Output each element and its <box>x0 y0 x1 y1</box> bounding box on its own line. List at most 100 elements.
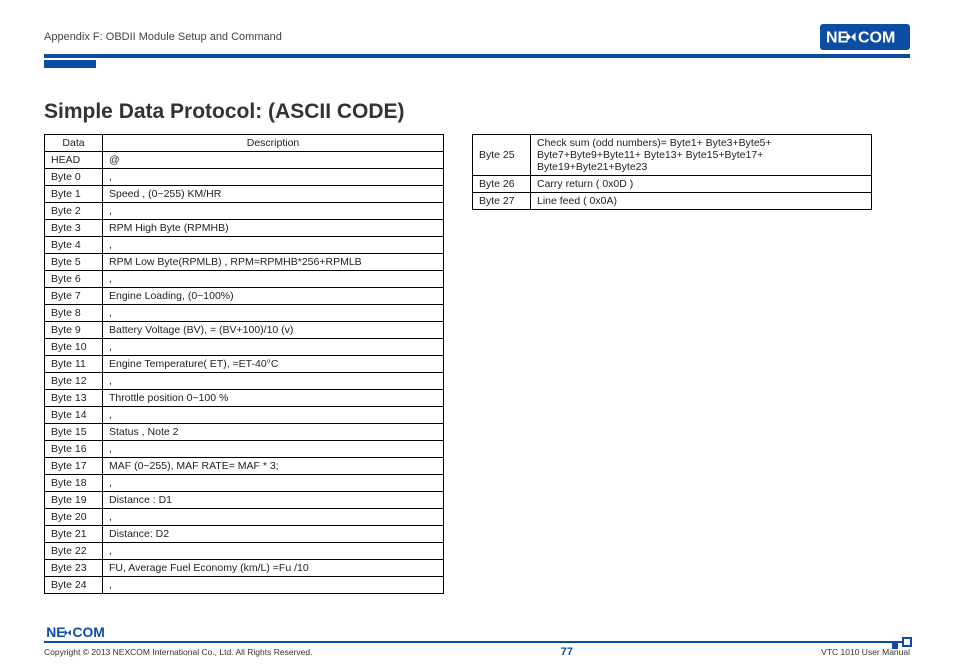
cell-data: Byte 14 <box>45 407 103 424</box>
col-header-description: Description <box>103 135 444 152</box>
table-row: Byte 13Throttle position 0~100 % <box>45 390 444 407</box>
cell-data: Byte 8 <box>45 305 103 322</box>
cell-data: Byte 7 <box>45 288 103 305</box>
cell-description: , <box>103 407 444 424</box>
cell-data: Byte 13 <box>45 390 103 407</box>
table-header-row: Data Description <box>45 135 444 152</box>
cell-data: Byte 12 <box>45 373 103 390</box>
cell-description: Check sum (odd numbers)= Byte1+ Byte3+By… <box>531 135 872 176</box>
header-rule <box>44 54 910 58</box>
table-row: Byte 18, <box>45 475 444 492</box>
table-row: Byte 12, <box>45 373 444 390</box>
cell-description: Status , Note 2 <box>103 424 444 441</box>
table-row: Byte 22, <box>45 543 444 560</box>
cell-data: Byte 19 <box>45 492 103 509</box>
brand-text-ne: NE <box>826 30 849 47</box>
cell-data: Byte 23 <box>45 560 103 577</box>
cell-description: , <box>103 577 444 594</box>
protocol-table-left: Data Description HEAD@Byte 0,Byte 1Speed… <box>44 134 444 594</box>
table-row: HEAD@ <box>45 152 444 169</box>
cell-description: , <box>103 475 444 492</box>
table-row: Byte 17MAF (0~255), MAF RATE= MAF * 3; <box>45 458 444 475</box>
cell-data: Byte 22 <box>45 543 103 560</box>
table-row: Byte 1Speed , (0~255) KM/HR <box>45 186 444 203</box>
cell-data: Byte 24 <box>45 577 103 594</box>
cell-description: Battery Voltage (BV), = (BV+100)/10 (v) <box>103 322 444 339</box>
cell-data: Byte 4 <box>45 237 103 254</box>
content-columns: Data Description HEAD@Byte 0,Byte 1Speed… <box>44 134 910 594</box>
cell-data: Byte 2 <box>45 203 103 220</box>
cell-data: Byte 18 <box>45 475 103 492</box>
cell-description: , <box>103 543 444 560</box>
cell-data: Byte 9 <box>45 322 103 339</box>
table-row: Byte 7Engine Loading, (0~100%) <box>45 288 444 305</box>
cell-description: Distance: D2 <box>103 526 444 543</box>
svg-text:COM: COM <box>858 30 895 47</box>
table-row: Byte 19Distance : D1 <box>45 492 444 509</box>
table-row: Byte 9Battery Voltage (BV), = (BV+100)/1… <box>45 322 444 339</box>
table-row: Byte 23FU, Average Fuel Economy (km/L) =… <box>45 560 444 577</box>
cell-data: HEAD <box>45 152 103 169</box>
table-row: Byte 6, <box>45 271 444 288</box>
svg-text:COM: COM <box>73 624 105 640</box>
table-row: Byte 5RPM Low Byte(RPMLB) , RPM=RPMHB*25… <box>45 254 444 271</box>
cell-data: Byte 3 <box>45 220 103 237</box>
cell-description: RPM Low Byte(RPMLB) , RPM=RPMHB*256+RPML… <box>103 254 444 271</box>
brand-logo-top: NE COM <box>820 24 910 50</box>
cell-description: , <box>103 203 444 220</box>
cell-description: , <box>103 169 444 186</box>
table-row: Byte 10, <box>45 339 444 356</box>
cell-data: Byte 11 <box>45 356 103 373</box>
table-row: Byte 3RPM High Byte (RPMHB) <box>45 220 444 237</box>
cell-data: Byte 15 <box>45 424 103 441</box>
appendix-title: Appendix F: OBDII Module Setup and Comma… <box>44 31 282 43</box>
cell-description: @ <box>103 152 444 169</box>
document-page: Appendix F: OBDII Module Setup and Comma… <box>0 0 954 672</box>
copyright-text: Copyright © 2013 NEXCOM International Co… <box>44 647 312 657</box>
table-row: Byte 25Check sum (odd numbers)= Byte1+ B… <box>473 135 872 176</box>
cell-description: , <box>103 509 444 526</box>
cell-description: Distance : D1 <box>103 492 444 509</box>
table-row: Byte 20, <box>45 509 444 526</box>
cell-description: , <box>103 339 444 356</box>
table-row: Byte 16, <box>45 441 444 458</box>
cell-description: Engine Temperature( ET), =ET-40°C <box>103 356 444 373</box>
cell-description: Line feed ( 0x0A) <box>531 193 872 210</box>
cell-data: Byte 6 <box>45 271 103 288</box>
table-row: Byte 4, <box>45 237 444 254</box>
cell-description: Speed , (0~255) KM/HR <box>103 186 444 203</box>
cell-description: , <box>103 305 444 322</box>
cell-data: Byte 5 <box>45 254 103 271</box>
cell-description: MAF (0~255), MAF RATE= MAF * 3; <box>103 458 444 475</box>
table-row: Byte 11Engine Temperature( ET), =ET-40°C <box>45 356 444 373</box>
table-row: Byte 24, <box>45 577 444 594</box>
page-number: 77 <box>561 646 573 658</box>
brand-text-com-bottom: COM <box>73 624 105 640</box>
cell-data: Byte 1 <box>45 186 103 203</box>
svg-text:NE: NE <box>826 30 849 47</box>
cell-data: Byte 25 <box>473 135 531 176</box>
cell-data: Byte 26 <box>473 176 531 193</box>
cell-description: RPM High Byte (RPMHB) <box>103 220 444 237</box>
brand-logo-bottom: NE COM <box>44 623 108 641</box>
table-row: Byte 0, <box>45 169 444 186</box>
protocol-table-right: Byte 25Check sum (odd numbers)= Byte1+ B… <box>472 134 872 210</box>
table-row: Byte 21Distance: D2 <box>45 526 444 543</box>
cell-description: , <box>103 441 444 458</box>
cell-description: , <box>103 237 444 254</box>
cell-description: Carry return ( 0x0D ) <box>531 176 872 193</box>
table-row: Byte 26Carry return ( 0x0D ) <box>473 176 872 193</box>
cell-data: Byte 17 <box>45 458 103 475</box>
cell-data: Byte 21 <box>45 526 103 543</box>
page-header: Appendix F: OBDII Module Setup and Comma… <box>44 22 910 52</box>
page-footer: NE COM Copyright © 2013 NEXCOM Internati… <box>44 623 910 658</box>
table-row: Byte 8, <box>45 305 444 322</box>
cell-description: , <box>103 271 444 288</box>
footer-text-row: Copyright © 2013 NEXCOM International Co… <box>44 646 910 658</box>
cell-data: Byte 27 <box>473 193 531 210</box>
cell-description: , <box>103 373 444 390</box>
brand-text-ne-bottom: NE <box>46 624 65 640</box>
table-row: Byte 15Status , Note 2 <box>45 424 444 441</box>
cell-description: Throttle position 0~100 % <box>103 390 444 407</box>
brand-text-com: COM <box>858 30 895 47</box>
